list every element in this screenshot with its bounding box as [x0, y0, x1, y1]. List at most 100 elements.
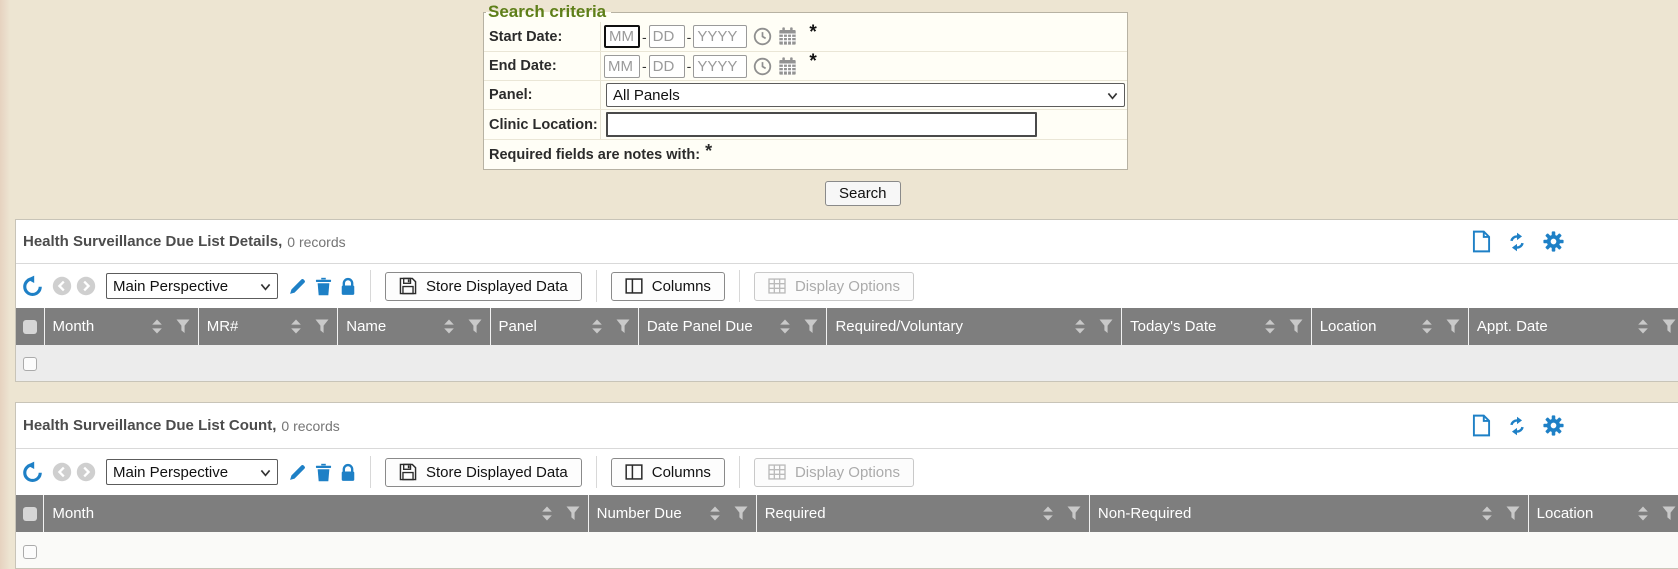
- undo-icon[interactable]: [21, 275, 44, 298]
- next-perspective-icon[interactable]: [76, 276, 96, 296]
- grid-icon: [768, 464, 786, 480]
- start-date-row: Start Date: - - *: [484, 22, 1127, 51]
- lock-icon[interactable]: [340, 463, 356, 482]
- filter-icon[interactable]: [176, 319, 190, 334]
- sort-icon[interactable]: [1074, 319, 1086, 334]
- select-all-checkbox[interactable]: [23, 507, 37, 521]
- gear-icon[interactable]: [1543, 415, 1564, 436]
- clock-icon[interactable]: [753, 27, 772, 46]
- perspective-select[interactable]: Main Perspective: [106, 273, 278, 299]
- filter-icon[interactable]: [616, 319, 630, 334]
- column-header-location[interactable]: Location: [1311, 308, 1468, 345]
- column-header-mr[interactable]: MR#: [198, 308, 338, 345]
- filter-icon[interactable]: [1446, 319, 1460, 334]
- row-checkbox[interactable]: [23, 545, 37, 559]
- sort-icon[interactable]: [1264, 319, 1276, 334]
- filter-icon[interactable]: [1506, 506, 1520, 521]
- panel-label: Panel:: [484, 81, 601, 109]
- column-header-required[interactable]: Required: [756, 495, 1089, 532]
- previous-perspective-icon[interactable]: [52, 462, 72, 482]
- edit-perspective-icon[interactable]: [288, 463, 307, 482]
- end-date-day-input[interactable]: [649, 55, 685, 78]
- save-icon: [399, 277, 417, 295]
- columns-button[interactable]: Columns: [611, 272, 725, 301]
- columns-icon: [625, 464, 643, 480]
- column-header-location[interactable]: Location: [1528, 495, 1678, 532]
- gear-icon[interactable]: [1543, 231, 1564, 252]
- calendar-icon[interactable]: [778, 27, 797, 46]
- start-date-day-input[interactable]: [649, 25, 685, 48]
- end-date-year-input[interactable]: [693, 55, 747, 78]
- sort-icon[interactable]: [290, 319, 302, 334]
- table-toolbar: Main Perspective Store Displayed Data Co…: [16, 264, 1678, 308]
- filter-icon[interactable]: [1099, 319, 1113, 334]
- store-displayed-data-button[interactable]: Store Displayed Data: [385, 458, 582, 487]
- filter-icon[interactable]: [1289, 319, 1303, 334]
- column-header-month[interactable]: Month: [44, 308, 198, 345]
- previous-perspective-icon[interactable]: [52, 276, 72, 296]
- clock-icon[interactable]: [753, 57, 772, 76]
- column-header-required-voluntary[interactable]: Required/Voluntary: [826, 308, 1121, 345]
- next-perspective-icon[interactable]: [76, 462, 96, 482]
- column-header-number-due[interactable]: Number Due: [588, 495, 756, 532]
- record-count: 0 records: [281, 418, 339, 434]
- search-button[interactable]: Search: [825, 181, 901, 206]
- sort-icon[interactable]: [151, 319, 163, 334]
- sort-icon[interactable]: [541, 506, 553, 521]
- perspective-select-value: Main Perspective: [113, 278, 228, 295]
- required-marker: *: [705, 141, 712, 162]
- delete-perspective-icon[interactable]: [315, 277, 332, 296]
- search-criteria-legend: Search criteria: [486, 2, 611, 22]
- edit-perspective-icon[interactable]: [288, 277, 307, 296]
- section-title-row: Health Surveillance Due List Count, 0 re…: [16, 403, 1678, 449]
- due-list-count-section: Health Surveillance Due List Count, 0 re…: [15, 402, 1678, 569]
- filter-icon[interactable]: [1067, 506, 1081, 521]
- column-header-month[interactable]: Month: [43, 495, 587, 532]
- section-title: Health Surveillance Due List Details,: [23, 233, 282, 250]
- lock-icon[interactable]: [340, 277, 356, 296]
- filter-icon[interactable]: [566, 506, 580, 521]
- undo-icon[interactable]: [21, 461, 44, 484]
- refresh-icon[interactable]: [1506, 415, 1528, 437]
- sort-icon[interactable]: [779, 319, 791, 334]
- end-date-month-input[interactable]: [604, 55, 640, 78]
- row-checkbox[interactable]: [23, 357, 37, 371]
- sort-icon[interactable]: [1421, 319, 1433, 334]
- filter-icon[interactable]: [468, 319, 482, 334]
- page-edge-shading: [0, 0, 10, 569]
- sort-icon[interactable]: [709, 506, 721, 521]
- filter-icon[interactable]: [315, 319, 329, 334]
- column-header-name[interactable]: Name: [337, 308, 489, 345]
- filter-icon[interactable]: [804, 319, 818, 334]
- sort-icon[interactable]: [591, 319, 603, 334]
- start-date-year-input[interactable]: [693, 25, 747, 48]
- select-all-checkbox[interactable]: [23, 320, 37, 334]
- filter-icon[interactable]: [1662, 319, 1676, 334]
- perspective-select[interactable]: Main Perspective: [106, 459, 278, 485]
- column-header-panel[interactable]: Panel: [490, 308, 638, 345]
- sort-icon[interactable]: [443, 319, 455, 334]
- filter-icon[interactable]: [1662, 506, 1676, 521]
- sort-icon[interactable]: [1637, 319, 1649, 334]
- sort-icon[interactable]: [1637, 506, 1649, 521]
- panel-row: Panel: All Panels: [484, 80, 1127, 109]
- sort-icon[interactable]: [1042, 506, 1054, 521]
- new-page-icon[interactable]: [1472, 230, 1491, 253]
- toolbar-separator: [596, 456, 597, 488]
- sort-icon[interactable]: [1481, 506, 1493, 521]
- calendar-icon[interactable]: [778, 57, 797, 76]
- columns-button[interactable]: Columns: [611, 458, 725, 487]
- clinic-location-input[interactable]: [606, 112, 1037, 137]
- column-header-date-panel-due[interactable]: Date Panel Due: [638, 308, 827, 345]
- new-page-icon[interactable]: [1472, 414, 1491, 437]
- store-displayed-data-button[interactable]: Store Displayed Data: [385, 272, 582, 301]
- filter-icon[interactable]: [734, 506, 748, 521]
- toolbar-separator: [370, 270, 371, 302]
- column-header-non-required[interactable]: Non-Required: [1089, 495, 1528, 532]
- column-header-todays-date[interactable]: Today's Date: [1121, 308, 1311, 345]
- start-date-month-input[interactable]: [604, 25, 640, 48]
- delete-perspective-icon[interactable]: [315, 463, 332, 482]
- refresh-icon[interactable]: [1506, 231, 1528, 253]
- column-header-appt-date[interactable]: Appt. Date: [1468, 308, 1678, 345]
- panel-select[interactable]: All Panels: [606, 83, 1125, 107]
